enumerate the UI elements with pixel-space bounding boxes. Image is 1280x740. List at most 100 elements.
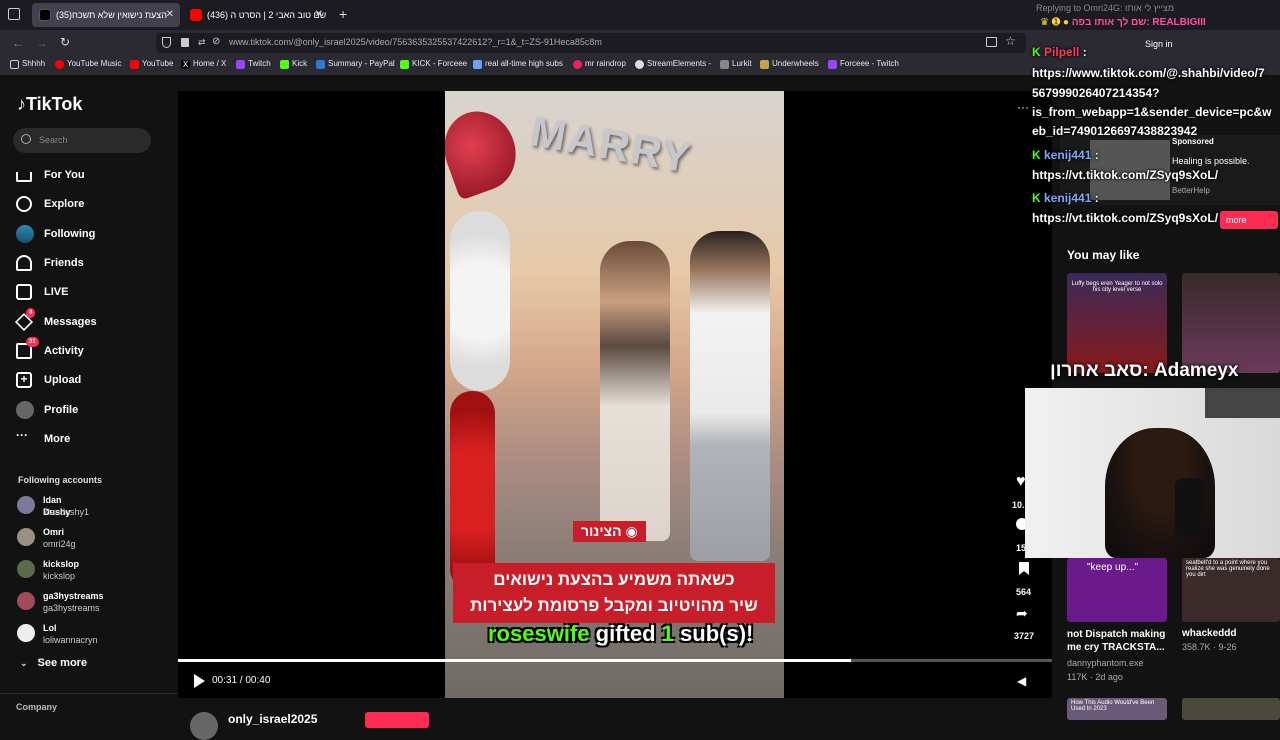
search-placeholder: Search bbox=[39, 135, 68, 145]
bookmark-item[interactable]: Forceee - Twitch bbox=[828, 59, 899, 69]
avatar bbox=[17, 624, 35, 642]
video-card[interactable]: seatbelt'd to a point where you realize … bbox=[1182, 558, 1280, 622]
video-card-title[interactable]: whackeddd bbox=[1182, 628, 1236, 639]
nav-friends[interactable]: Friends bbox=[16, 252, 84, 274]
bookmark-item[interactable]: mr raindrop bbox=[573, 59, 626, 69]
see-more-button[interactable]: ⌄ See more bbox=[20, 657, 87, 669]
tiktok-icon bbox=[39, 9, 51, 21]
folder-icon bbox=[10, 60, 19, 69]
twitch-icon bbox=[236, 60, 245, 69]
sign-in-button[interactable]: Sign in bbox=[1145, 39, 1173, 49]
tab-list-icon[interactable] bbox=[8, 8, 20, 20]
bookmark-item[interactable]: real all-time high subs bbox=[473, 59, 563, 69]
compass-icon bbox=[16, 196, 32, 212]
bookmark-item[interactable]: YouTube Music bbox=[55, 59, 122, 69]
chat-message: K kenij441 : bbox=[1032, 148, 1099, 162]
mute-tab-icon[interactable]: ⊘ bbox=[212, 36, 220, 47]
bookmark-item[interactable]: X Home / X bbox=[181, 59, 226, 69]
x-icon: X bbox=[181, 60, 190, 69]
follow-button[interactable] bbox=[365, 712, 429, 728]
following-avatar-icon bbox=[16, 225, 34, 243]
nav-more[interactable]: ··· More bbox=[16, 428, 70, 450]
video-card[interactable] bbox=[1182, 698, 1280, 720]
bookmark-item[interactable]: Kick bbox=[280, 59, 307, 69]
nav-following[interactable]: Following bbox=[16, 223, 95, 245]
chat-message: K Pilpell : bbox=[1032, 45, 1087, 59]
play-icon[interactable] bbox=[194, 674, 205, 688]
reload-icon[interactable]: ↻ bbox=[60, 35, 70, 49]
chat-message: 567999026407214354? bbox=[1032, 86, 1160, 100]
new-tab-icon[interactable]: + bbox=[339, 6, 347, 22]
avatar bbox=[17, 496, 35, 514]
tab-youtube[interactable]: (436) שם טוב האבי 2 | הסרט ה ✕ bbox=[183, 3, 329, 27]
nav-upload[interactable]: + Upload bbox=[16, 369, 81, 391]
youtube-icon bbox=[190, 9, 202, 21]
save-count: 564 bbox=[1016, 587, 1032, 597]
bookmark-item[interactable]: Underwheels bbox=[760, 59, 819, 69]
volume-icon[interactable]: ◀ bbox=[1017, 674, 1026, 688]
chart-icon bbox=[473, 60, 482, 69]
video-card[interactable]: "keep up..." bbox=[1067, 558, 1167, 622]
nav-live[interactable]: LIVE bbox=[16, 281, 68, 303]
thumb-caption: seatbelt'd to a point where you realize … bbox=[1186, 560, 1270, 578]
raindrop-icon bbox=[573, 60, 582, 69]
reply-header: Replying to Omri24G: מצייץ לי אותו bbox=[1036, 3, 1174, 13]
reader-view-icon[interactable] bbox=[986, 37, 997, 47]
nav-messages[interactable]: 4 Messages bbox=[14, 308, 97, 333]
url-text[interactable]: www.tiktok.com/@only_israel2025/video/75… bbox=[229, 37, 602, 47]
twitch-icon bbox=[828, 60, 837, 69]
lurkit-icon bbox=[720, 60, 729, 69]
bookmark-item[interactable]: Twitch bbox=[236, 59, 271, 69]
video-frame[interactable]: MARRY הצינור ◉ כשאתה משמיע בהצעת נישואים… bbox=[445, 91, 784, 698]
bookmark-item[interactable]: Summary - PayPal bbox=[316, 59, 395, 69]
forward-icon[interactable]: → bbox=[36, 36, 48, 50]
streamer-webcam bbox=[1025, 388, 1280, 558]
search-icon bbox=[21, 134, 31, 144]
avatar bbox=[190, 712, 218, 740]
white-balloon-column bbox=[450, 211, 510, 391]
nav-activity[interactable]: 31 Activity bbox=[16, 337, 84, 362]
activity-badge: 31 bbox=[26, 337, 39, 347]
more-options-icon[interactable]: ··· bbox=[1017, 100, 1029, 114]
shield-icon[interactable] bbox=[162, 37, 171, 48]
nav-explore[interactable]: Explore bbox=[16, 193, 84, 215]
avatar bbox=[17, 528, 35, 546]
lock-icon[interactable] bbox=[181, 38, 189, 47]
you-may-like-title: You may like bbox=[1067, 248, 1140, 262]
video-card-stats: 117K · 2d ago bbox=[1067, 672, 1123, 682]
bookmark-item[interactable]: YouTube bbox=[130, 59, 173, 69]
chat-message: is_from_webapp=1&sender_device=pc&w bbox=[1032, 105, 1272, 119]
thumb-caption: "keep up..." bbox=[1087, 562, 1139, 573]
bookmark-item[interactable]: Lurkit bbox=[720, 59, 752, 69]
youtube-icon bbox=[130, 60, 139, 69]
kick-icon bbox=[280, 60, 289, 69]
close-tab-icon[interactable]: ✕ bbox=[315, 3, 323, 27]
avatar bbox=[17, 560, 35, 578]
balloon-letters: MARRY bbox=[527, 107, 696, 182]
close-tab-icon[interactable]: ✕ bbox=[166, 3, 174, 27]
tab-tiktok[interactable]: (35)הצעת נישואין שלא תשכח ✕ bbox=[32, 3, 180, 27]
bookmark-star-icon[interactable]: ☆ bbox=[1005, 34, 1016, 48]
video-card[interactable]: How This Audio Would've Been Used In 202… bbox=[1067, 698, 1167, 720]
back-icon[interactable]: ← bbox=[12, 36, 24, 50]
caption-text: כשאתה משמיע בהצעת נישואים שיר מהויטיוב ו… bbox=[453, 563, 775, 623]
video-card-author[interactable]: dannyphantom.exe bbox=[1067, 658, 1144, 668]
permissions-icon[interactable]: ⇄ bbox=[198, 37, 206, 48]
video-card-title[interactable]: not Dispatch making me cry TRACKSTA... bbox=[1067, 628, 1177, 654]
share-icon[interactable]: ➦ bbox=[1016, 605, 1028, 622]
ad-source: BetterHelp bbox=[1172, 186, 1210, 195]
bookmark-item[interactable]: KICK - Forceee bbox=[400, 59, 467, 69]
tiktok-logo[interactable]: ♪TikTok bbox=[17, 94, 82, 115]
nav-for-you[interactable]: For You bbox=[16, 164, 85, 186]
company-link[interactable]: Company bbox=[16, 702, 57, 712]
more-pill[interactable]: more bbox=[1220, 211, 1278, 229]
bookmark-item[interactable]: StreamElements - bbox=[635, 59, 711, 69]
video-card[interactable]: Luffy begs eren Yeager to not solo his c… bbox=[1067, 273, 1167, 373]
chevron-down-icon: ⌄ bbox=[20, 658, 28, 668]
search-input[interactable]: Search bbox=[13, 128, 151, 153]
live-icon bbox=[16, 284, 32, 300]
nav-profile[interactable]: Profile bbox=[16, 399, 78, 421]
video-card[interactable] bbox=[1182, 273, 1280, 373]
bookmark-item[interactable]: Shhhh bbox=[10, 59, 45, 69]
microphone bbox=[1175, 478, 1205, 538]
